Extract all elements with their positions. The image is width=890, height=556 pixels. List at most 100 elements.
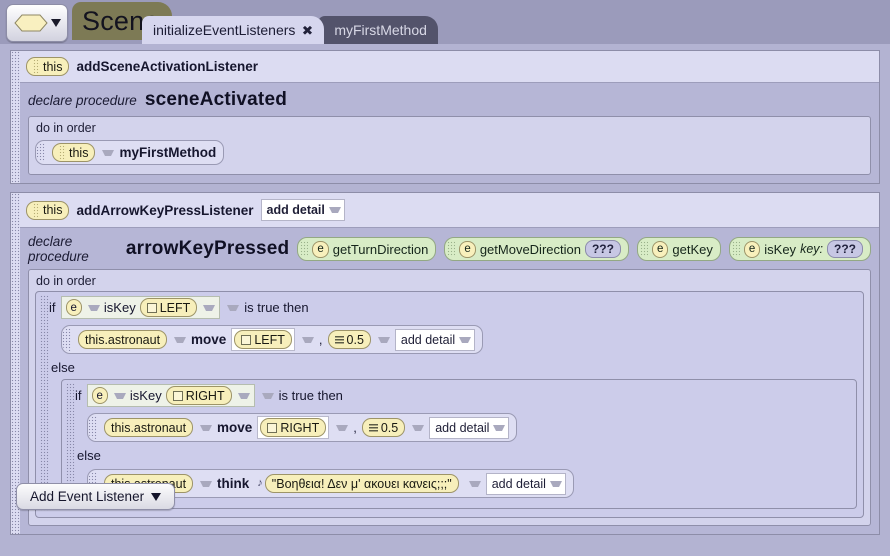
param-label: getKey (672, 241, 713, 257)
argument-text-wrap[interactable]: ♪ "Βοηθεια! Δεν μ' ακουει κανεις;;;" (254, 472, 461, 495)
chevron-down-icon[interactable] (412, 424, 425, 431)
if-condition-row: if e isKey RIGHT is true then (75, 383, 850, 409)
chevron-down-icon[interactable] (336, 424, 349, 431)
grip-dots-icon (33, 202, 40, 218)
drag-grip[interactable] (11, 51, 20, 183)
drag-grip[interactable] (62, 328, 71, 351)
statement-move-right[interactable]: this.astronaut move RIGHT , 0.5 add deta… (87, 413, 518, 442)
param-arg-label: key: (800, 242, 823, 256)
then-branch-inner: this.astronaut move RIGHT , 0.5 add deta… (75, 409, 850, 446)
argument-chip-direction[interactable]: LEFT (234, 330, 292, 349)
add-detail-dropdown[interactable]: add detail (429, 416, 510, 439)
grip-dots-icon (33, 59, 40, 74)
function-name: isKey (103, 300, 136, 315)
listener-name: addSceneActivationListener (76, 59, 259, 74)
argument-chip[interactable]: LEFT (139, 298, 198, 317)
number-icon (368, 423, 378, 432)
chevron-down-icon[interactable] (203, 304, 216, 311)
chevron-down-icon[interactable] (200, 480, 213, 487)
argument-direction-wrap[interactable]: LEFT (231, 328, 295, 351)
tab-strip: initializeEventListeners ✖ myFirstMethod (142, 16, 438, 44)
param-label: getTurnDirection (332, 241, 429, 257)
object-chip-astronaut[interactable]: this.astronaut (78, 330, 168, 349)
hexagon-icon (13, 14, 48, 32)
listener-name: addArrowKeyPressListener (76, 202, 254, 218)
code-workspace: this addSceneActivationListener declare … (0, 44, 890, 556)
chevron-down-icon[interactable] (102, 149, 115, 156)
param-get-move-direction[interactable]: e getMoveDirection ??? (444, 237, 629, 261)
object-chip-astronaut[interactable]: this.astronaut (104, 418, 194, 437)
if-label: if (49, 300, 56, 315)
tab-label: myFirstMethod (334, 22, 427, 38)
method-name: think (217, 476, 250, 491)
drag-grip[interactable] (36, 143, 45, 162)
argument-chip-amount[interactable]: 0.5 (361, 418, 406, 437)
enum-icon (267, 422, 278, 433)
this-chip[interactable]: this (26, 200, 70, 220)
do-in-order-block: do in order this myFirstMethod (28, 116, 871, 175)
top-bar: Scene initializeEventListeners ✖ myFirst… (0, 0, 890, 44)
e-icon: e (651, 240, 669, 258)
chevron-down-icon[interactable] (301, 336, 314, 343)
e-icon: e (312, 240, 329, 258)
do-in-order-label: do in order (36, 121, 96, 135)
argument-chip[interactable]: RIGHT (165, 386, 232, 405)
add-detail-dropdown[interactable]: add detail (394, 328, 476, 351)
this-chip[interactable]: this (26, 57, 70, 76)
tab-my-first-method[interactable]: myFirstMethod (318, 16, 438, 44)
param-get-turn-direction[interactable]: e getTurnDirection (297, 237, 437, 261)
event-listener-scene-activation[interactable]: this addSceneActivationListener declare … (10, 50, 880, 184)
chevron-down-icon[interactable] (468, 480, 481, 487)
argument-chip-direction[interactable]: RIGHT (260, 418, 327, 437)
drag-grip[interactable] (11, 193, 20, 534)
argument-chip-text[interactable]: "Βοηθεια! Δεν μ' ακουει κανεις;;;" (264, 474, 459, 493)
param-value[interactable]: ??? (584, 240, 621, 258)
param-get-key[interactable]: e getKey (636, 237, 721, 261)
grip-dots-icon (731, 241, 740, 257)
e-icon: e (743, 240, 761, 258)
argument-direction-wrap[interactable]: RIGHT (257, 416, 330, 439)
param-is-key[interactable]: e isKey key: ??? (728, 237, 871, 261)
if-label: if (75, 388, 82, 403)
chevron-down-icon (328, 207, 341, 213)
string-icon: ♪ (257, 477, 263, 489)
chevron-down-icon[interactable] (237, 392, 250, 399)
add-detail-dropdown[interactable]: add detail (485, 472, 566, 495)
chevron-down-icon[interactable] (174, 336, 187, 343)
class-picker-button[interactable] (6, 4, 68, 42)
chevron-down-icon[interactable] (377, 336, 390, 343)
else-label-inner: else (77, 448, 101, 463)
condition-is-key-left[interactable]: e isKey LEFT (60, 296, 221, 319)
drag-grip[interactable] (88, 416, 97, 439)
procedure-region: declare procedure sceneActivated do in o… (20, 82, 879, 183)
procedure-name: arrowKeyPressed (125, 238, 290, 259)
chevron-down-icon (459, 336, 472, 343)
chevron-down-icon[interactable] (87, 304, 100, 311)
tab-initialize-event-listeners[interactable]: initializeEventListeners ✖ (142, 16, 325, 44)
close-icon[interactable]: ✖ (302, 24, 313, 37)
chevron-down-icon[interactable] (227, 304, 240, 311)
e-icon: e (459, 240, 476, 258)
enum-icon (146, 302, 157, 313)
then-branch-outer: this.astronaut move LEFT , 0.5 add detai… (49, 321, 857, 358)
add-event-listener-label: Add Event Listener (30, 489, 145, 504)
chevron-down-icon[interactable] (261, 392, 274, 399)
drag-grip[interactable] (40, 295, 49, 511)
param-value[interactable]: ??? (827, 240, 863, 258)
param-label: getMoveDirection (479, 241, 581, 257)
statement-call-my-first-method[interactable]: this myFirstMethod (35, 140, 225, 165)
add-event-listener-button[interactable]: Add Event Listener (16, 483, 176, 510)
argument-chip-amount[interactable]: 0.5 (327, 330, 371, 349)
this-chip[interactable]: this (52, 143, 96, 162)
tab-label: initializeEventListeners (153, 22, 296, 38)
chevron-down-icon[interactable] (113, 392, 126, 399)
caret-down-icon (50, 19, 61, 27)
grip-dots-icon (300, 241, 309, 257)
statement-move-left[interactable]: this.astronaut move LEFT , 0.5 add detai… (61, 325, 484, 354)
condition-is-key-right[interactable]: e isKey RIGHT (86, 384, 255, 407)
add-detail-dropdown[interactable]: add detail (260, 199, 345, 221)
chevron-down-icon[interactable] (200, 424, 213, 431)
chevron-down-icon (493, 424, 506, 431)
declare-label: declare procedure (28, 92, 137, 108)
if-block-inner[interactable]: if e isKey RIGHT is true then this.astro… (61, 379, 857, 509)
